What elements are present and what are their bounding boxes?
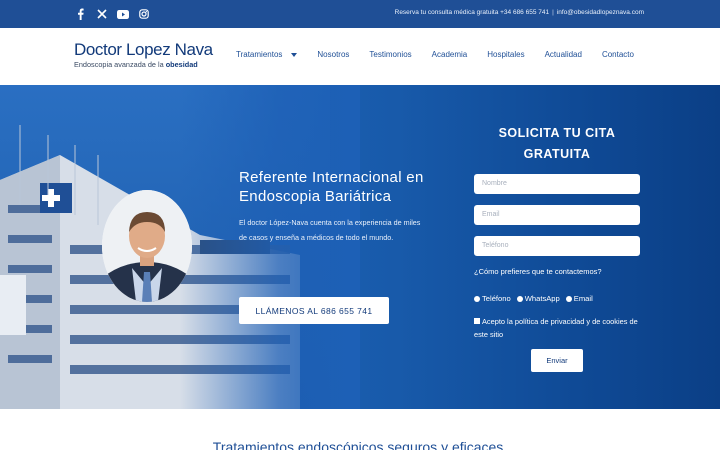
radio-dot[interactable] [565,295,572,302]
phone-field[interactable]: Teléfono [474,236,640,256]
nav-item-nosotros[interactable]: Nosotros [317,50,349,59]
nav-label: Nosotros [317,50,350,59]
radio-telefono[interactable]: Teléfono [474,294,511,303]
logo-subtitle-text: Endoscopia avanzada de la [74,60,166,69]
contact-method-question: ¿Cómo prefieres que te contactemos? [474,267,602,276]
site-logo[interactable]: Doctor Lopez Nava Endoscopia avanzada de… [74,41,213,70]
section-title: Tratamientos endoscópicos seguros y efic… [212,439,508,450]
contact-method-options: Teléfono WhatsApp Email [474,294,593,303]
privacy-checkbox[interactable] [474,318,480,324]
consult-phone-link[interactable]: Reserva tu consulta médica gratuita +34 … [395,9,549,16]
nav-label: Academia [431,50,468,59]
nav-label: Contacto [601,50,634,59]
radio-whatsapp[interactable]: WhatsApp [516,294,560,303]
form-title: SOLICITA TU CITA GRATUITA [498,126,616,161]
radio-dot[interactable] [474,295,480,302]
facebook-icon[interactable] [74,6,87,22]
separator: | [552,9,554,16]
logo-subtitle-bold: obesidad [165,60,198,69]
hero-title: Referente Internacional en Endoscopia Ba… [239,169,424,205]
name-field[interactable]: Nombre [474,174,640,194]
hero-description: El doctor López-Nava cuenta con la exper… [239,218,421,242]
nav-item-contacto[interactable]: Contacto [602,50,634,59]
nav-label: Actualidad [544,50,582,59]
main-nav: Tratamientos Nosotros Testimonios Academ… [236,50,634,59]
radio-label: Email [573,294,593,303]
nav-item-testimonios[interactable]: Testimonios [369,50,411,59]
logo-subtitle: Endoscopia avanzada de la obesidad [74,60,213,69]
email-field[interactable]: Email [474,205,640,225]
email-link[interactable]: info@obesidadlopeznava.com [557,9,644,16]
nav-item-hospitales[interactable]: Hospitales [487,50,524,59]
hero-gradient-overlay [180,85,360,409]
social-links [74,6,150,22]
logo-title-name: Lopez Nava [126,40,213,59]
doctor-portrait [102,190,192,302]
chevron-down-icon [291,52,298,57]
nav-item-academia[interactable]: Academia [432,50,468,59]
radio-dot[interactable] [516,295,523,302]
submit-button[interactable]: Enviar [531,349,583,372]
site-header: Doctor Lopez Nava Endoscopia avanzada de… [0,28,720,85]
radio-label: Teléfono [482,294,511,303]
radio-label: WhatsApp [524,294,560,303]
call-button[interactable]: LLÁMENOS AL 686 655 741 [239,297,389,324]
logo-title-doctor: Doctor [74,40,126,59]
nav-label: Hospitales [487,50,525,59]
privacy-label: Acepto la política de privacidad y de co… [474,317,638,339]
top-bar: Reserva tu consulta médica gratuita +34 … [0,0,720,28]
instagram-icon[interactable] [137,6,150,22]
nav-item-tratamientos[interactable]: Tratamientos [236,50,298,59]
top-contact-info: Reserva tu consulta médica gratuita +34 … [395,9,644,16]
nav-label: Tratamientos [236,50,283,59]
privacy-consent: Acepto la política de privacidad y de co… [474,316,644,341]
nav-label: Testimonios [369,50,412,59]
radio-email[interactable]: Email [565,294,593,303]
youtube-icon[interactable] [116,6,129,22]
logo-title: Doctor Lopez Nava [74,41,213,59]
nav-item-actualidad[interactable]: Actualidad [545,50,582,59]
x-icon[interactable] [95,6,108,22]
hero-section: Referente Internacional en Endoscopia Ba… [0,85,720,409]
